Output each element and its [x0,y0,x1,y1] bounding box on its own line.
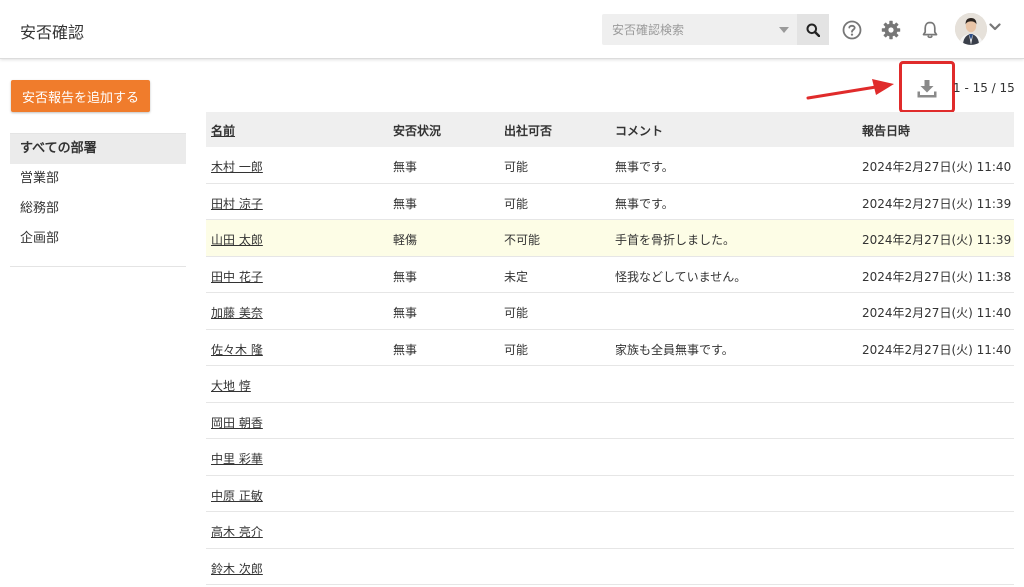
cell-name[interactable]: 中里 彩華 [211,450,263,467]
cell-reported-at: 2024年2月27日(火) 11:39 [862,233,1012,247]
cell-reported-at: 2024年2月27日(火) 11:38 [862,269,1012,284]
bell-icon [922,21,938,39]
header-attendance: 出社可否 [504,124,553,138]
table-row[interactable]: 中里 彩華 [206,439,1014,476]
chevron-down-icon[interactable] [989,22,1001,32]
app-header: 安否確認 [0,0,1024,59]
cell-name[interactable]: 山田 太郎 [211,231,263,248]
search-input[interactable] [602,14,774,45]
help-button[interactable] [841,19,863,41]
cell-reported-at: 2024年2月27日(火) 11:40 [862,160,1012,174]
avatar[interactable] [955,13,987,45]
table-header: 名前 安否状況 出社可否 コメント 報告日時 [206,112,1014,147]
cell-status: 軽傷 [393,233,418,247]
cell-reported-at: 2024年2月27日(火) 11:39 [862,196,1012,211]
search-dropdown-caret-icon[interactable] [779,27,789,33]
department-item-planning[interactable]: 企画部 [10,224,186,254]
department-list: すべての部署 営業部 総務部 企画部 [10,133,186,254]
cell-attendance: 可能 [504,306,529,320]
department-list-divider [10,266,186,267]
department-item-all[interactable]: すべての部署 [10,134,186,164]
header-name[interactable]: 名前 [211,122,235,139]
download-icon[interactable] [917,80,937,98]
department-item-sales[interactable]: 営業部 [10,164,186,194]
gear-icon [881,20,901,40]
table-row[interactable]: 中原 正敏 [206,476,1014,512]
add-safety-report-button[interactable]: 安否報告を追加する [11,80,150,112]
settings-button[interactable] [880,19,902,41]
table-row[interactable]: 木村 一郎 無事 可能 無事です。 2024年2月27日(火) 11:40 [206,147,1014,184]
cell-attendance: 可能 [504,196,529,211]
cell-name[interactable]: 中原 正敏 [211,487,263,504]
cell-name[interactable]: 鈴木 次郎 [211,560,263,577]
table-row[interactable]: 佐々木 隆 無事 可能 家族も全員無事です。 2024年2月27日(火) 11:40 [206,330,1014,366]
cell-attendance: 不可能 [504,233,541,247]
search-icon [806,23,820,37]
cell-reported-at: 2024年2月27日(火) 11:40 [862,342,1012,357]
cell-name[interactable]: 木村 一郎 [211,158,263,175]
header-comment: コメント [615,124,664,138]
table-row[interactable]: 山田 太郎 軽傷 不可能 手首を骨折しました。 2024年2月27日(火) 11:39 [206,220,1014,257]
callout-arrow-icon [806,79,894,100]
table-row[interactable]: 田中 花子 無事 未定 怪我などしていません。 2024年2月27日(火) 11:38 [206,257,1014,293]
help-icon [842,20,862,40]
cell-status: 無事 [393,269,418,284]
cell-status: 無事 [393,342,418,357]
header-status: 安否状況 [393,124,442,138]
cell-name[interactable]: 加藤 美奈 [211,304,263,321]
app-title: 安否確認 [20,23,85,42]
cell-comment: 無事です。 [615,196,674,211]
table-body: 木村 一郎 無事 可能 無事です。 2024年2月27日(火) 11:40 田村 涼子 無事… [206,147,1014,585]
cell-reported-at: 2024年2月27日(火) 11:40 [862,306,1012,320]
cell-attendance: 未定 [504,269,529,284]
cell-attendance: 可能 [504,160,529,174]
header-reported-at: 報告日時 [862,124,911,138]
search-button[interactable] [797,14,829,45]
safety-table: 名前 安否状況 出社可否 コメント 報告日時 木村 一郎 無事 可能 無事です。 202… [206,112,1014,585]
user-avatar-icon [955,13,987,45]
cell-name[interactable]: 岡田 朝香 [211,414,263,431]
search-box[interactable] [602,14,829,45]
cell-comment: 家族も全員無事です。 [615,342,734,357]
table-row[interactable]: 加藤 美奈 無事 可能 2024年2月27日(火) 11:40 [206,293,1014,330]
table-row[interactable]: 岡田 朝香 [206,403,1014,439]
pagination-info: 1 - 15 / 15 [953,81,1015,95]
cell-name[interactable]: 佐々木 隆 [211,341,263,358]
notifications-button[interactable] [919,19,941,41]
cell-name[interactable]: 高木 亮介 [211,523,263,540]
cell-name[interactable]: 大地 惇 [211,377,251,394]
table-row[interactable]: 高木 亮介 [206,512,1014,549]
cell-name[interactable]: 田中 花子 [211,268,263,285]
cell-comment: 怪我などしていません。 [615,269,747,284]
cell-status: 無事 [393,196,418,211]
cell-attendance: 可能 [504,342,529,357]
cell-comment: 無事です。 [615,160,674,174]
table-row[interactable]: 大地 惇 [206,366,1014,403]
cell-comment: 手首を骨折しました。 [615,233,736,247]
cell-status: 無事 [393,306,418,320]
department-item-general-affairs[interactable]: 総務部 [10,194,186,224]
cell-name[interactable]: 田村 涼子 [211,195,263,212]
cell-status: 無事 [393,160,418,174]
table-row[interactable]: 田村 涼子 無事 可能 無事です。 2024年2月27日(火) 11:39 [206,184,1014,220]
table-row[interactable]: 鈴木 次郎 [206,549,1014,585]
